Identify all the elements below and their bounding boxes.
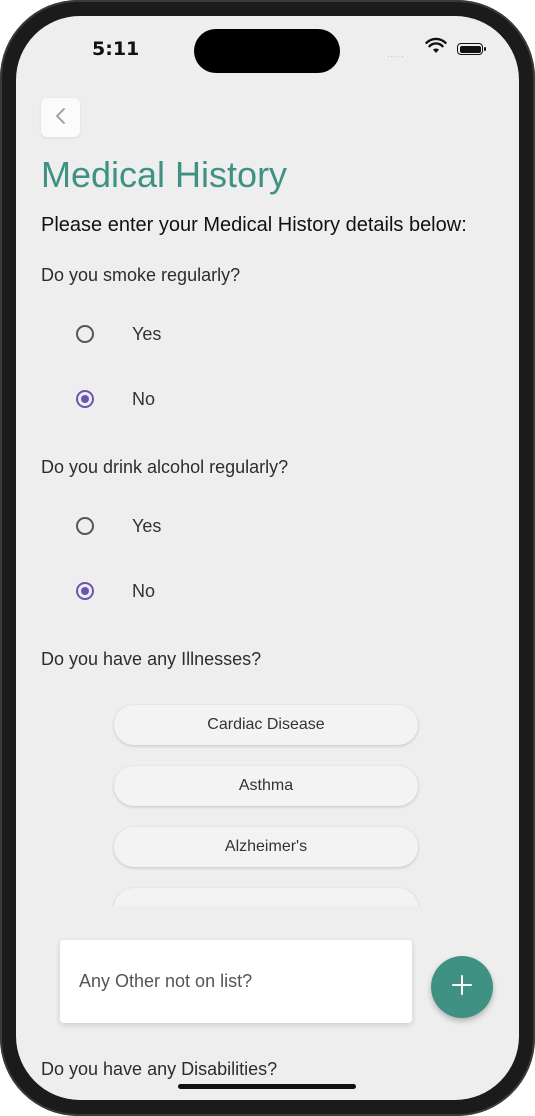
- smoke-no-label: No: [132, 388, 156, 409]
- radio-unselected-icon: [76, 325, 94, 343]
- alcohol-no-label: No: [132, 580, 156, 601]
- radio-selected-icon: [76, 390, 94, 408]
- battery-icon: [457, 43, 486, 55]
- smoke-question: Do you smoke regularly?: [41, 265, 241, 285]
- illness-option-asthma[interactable]: Asthma: [114, 766, 418, 806]
- smoke-yes-radio[interactable]: Yes: [76, 319, 376, 349]
- alcohol-question: Do you drink alcohol regularly?: [41, 457, 289, 477]
- page-title: Medical History: [41, 154, 288, 195]
- signal-icon: .....: [387, 50, 405, 59]
- home-indicator[interactable]: [178, 1084, 356, 1089]
- alcohol-yes-label: Yes: [132, 515, 162, 536]
- dynamic-island: [194, 29, 340, 73]
- illness-option-partial[interactable]: [114, 888, 418, 906]
- chevron-left-icon: [54, 107, 68, 129]
- smoke-no-radio[interactable]: No: [76, 384, 376, 414]
- app-screen: 5:11 ..... Medical History Please enter …: [16, 16, 519, 1100]
- status-time: 5:11: [92, 38, 140, 60]
- illness-option-cardiac-disease[interactable]: Cardiac Disease: [114, 705, 418, 745]
- page-subtitle: Please enter your Medical History detail…: [41, 214, 467, 236]
- other-illness-input[interactable]: [60, 940, 412, 1023]
- illnesses-question: Do you have any Illnesses?: [41, 649, 262, 669]
- alcohol-no-radio[interactable]: No: [76, 576, 376, 606]
- smoke-yes-label: Yes: [132, 323, 162, 344]
- radio-selected-icon: [76, 582, 94, 600]
- illness-option-alzheimers[interactable]: Alzheimer's: [114, 827, 418, 867]
- radio-unselected-icon: [76, 517, 94, 535]
- add-illness-button[interactable]: [431, 956, 493, 1018]
- phone-frame: 5:11 ..... Medical History Please enter …: [0, 0, 535, 1116]
- alcohol-yes-radio[interactable]: Yes: [76, 511, 376, 541]
- wifi-icon: [425, 37, 447, 59]
- disabilities-question: Do you have any Disabilities?: [41, 1059, 278, 1079]
- illness-list[interactable]: Cardiac Disease Asthma Alzheimer's: [112, 696, 424, 906]
- plus-icon: [450, 973, 474, 1001]
- back-button[interactable]: [41, 98, 80, 137]
